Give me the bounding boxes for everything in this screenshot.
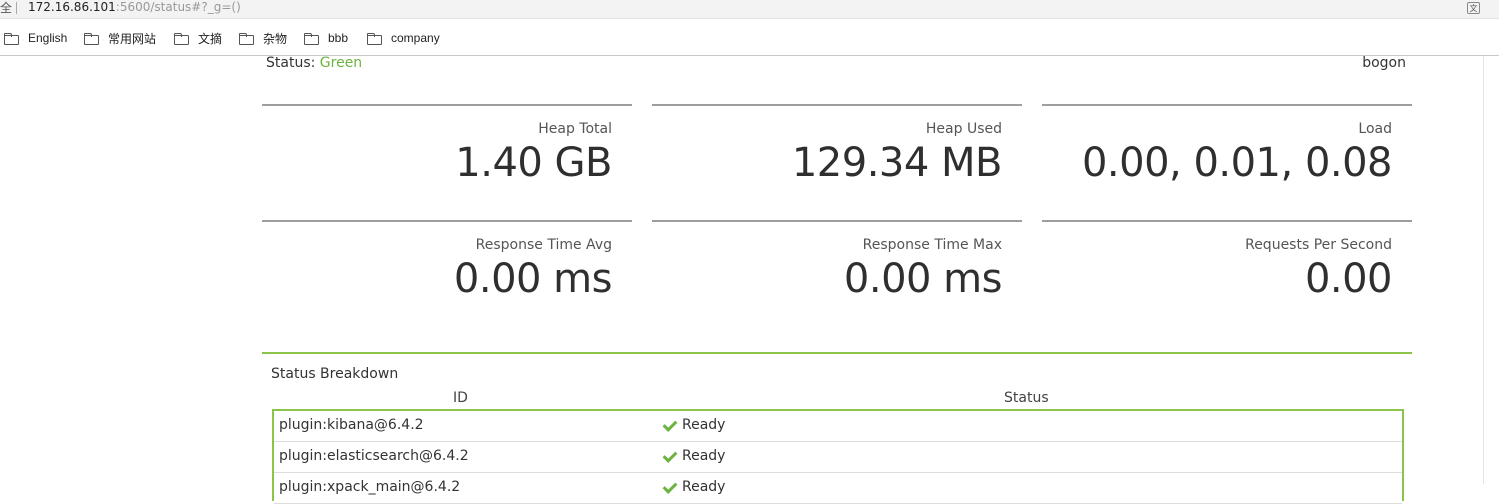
plugin-id: plugin:elasticsearch@6.4.2 [279, 448, 469, 464]
bookmark-label: English [28, 31, 68, 45]
folder-icon [84, 32, 99, 45]
table-row: plugin:elasticsearch@6.4.2 Ready [274, 442, 1402, 473]
bookmark-bbb[interactable]: bbb [304, 29, 348, 47]
address-separator [16, 2, 17, 14]
metric-label: Response Time Max [862, 237, 1002, 253]
check-icon [662, 478, 678, 494]
folder-icon [174, 32, 189, 45]
metric-heap-total: Heap Total 1.40 GB [262, 104, 632, 206]
table-row: plugin:xpack_main@6.4.2 Ready [274, 473, 1402, 504]
metric-value: 129.34 MB [791, 140, 1003, 186]
status-breakdown: Status Breakdown ID Status plugin:kibana… [262, 352, 1412, 504]
folder-icon [304, 32, 319, 45]
metric-label: Heap Total [538, 121, 612, 137]
column-header-id: ID [453, 390, 468, 406]
plugin-status-text: Ready [682, 448, 726, 464]
bookmark-misc[interactable]: 杂物 [239, 29, 287, 47]
folder-icon [239, 32, 254, 45]
check-icon [662, 416, 678, 432]
url-host: 172.16.86.101 [28, 0, 116, 14]
overall-status: Status: Green [266, 55, 362, 71]
metric-label: Response Time Avg [475, 237, 612, 253]
bookmark-label: 文摘 [198, 31, 223, 46]
bookmark-english[interactable]: English [4, 29, 67, 47]
plugin-id: plugin:kibana@6.4.2 [279, 417, 424, 433]
table-row: plugin:kibana@6.4.2 Ready [274, 411, 1402, 442]
metric-requests-per-second: Requests Per Second 0.00 [1042, 220, 1412, 322]
metric-value: 0.00 ms [843, 256, 1003, 302]
bookmark-label: 杂物 [263, 31, 288, 46]
metric-label: Heap Used [925, 121, 1002, 137]
bookmark-label: company [391, 31, 440, 45]
metric-load: Load 0.00, 0.01, 0.08 [1042, 104, 1412, 206]
plugin-status-text: Ready [682, 417, 726, 433]
address-bar[interactable]: 全 172.16.86.101:5600/status#?_g=() 文 [0, 0, 1499, 19]
bookmarks-bar: English 常用网站 文摘 杂物 bbb company [0, 19, 1499, 56]
metric-response-time-max: Response Time Max 0.00 ms [652, 220, 1022, 322]
hostname: bogon [1362, 55, 1406, 71]
folder-icon [4, 32, 19, 45]
column-header-status: Status [1004, 390, 1049, 406]
address-bar-lead: 全 [0, 1, 13, 15]
status-value: Green [319, 55, 363, 71]
plugin-status: Ready [662, 447, 726, 464]
translate-icon[interactable]: 文 [1467, 2, 1480, 14]
folder-icon [367, 32, 382, 45]
plugin-status-text: Ready [682, 479, 726, 495]
check-icon [662, 447, 678, 463]
status-label: Status: [266, 55, 316, 71]
breakdown-title: Status Breakdown [271, 366, 399, 382]
bookmark-digest[interactable]: 文摘 [174, 29, 222, 47]
bookmark-common-sites[interactable]: 常用网站 [84, 29, 156, 47]
metric-response-time-avg: Response Time Avg 0.00 ms [262, 220, 632, 322]
plugin-status: Ready [662, 478, 726, 495]
url-path: :5600/status#?_g=() [115, 0, 241, 14]
metric-value: 1.40 GB [455, 140, 612, 186]
plugin-id: plugin:xpack_main@6.4.2 [279, 479, 461, 495]
bookmark-company[interactable]: company [367, 29, 440, 47]
status-table: plugin:kibana@6.4.2 Ready plugin:elastic… [272, 409, 1404, 504]
metric-heap-used: Heap Used 129.34 MB [652, 104, 1022, 206]
metric-value: 0.00, 0.01, 0.08 [1081, 140, 1393, 186]
metric-value: 0.00 [1304, 256, 1393, 302]
metric-label: Load [1358, 121, 1392, 137]
metric-value: 0.00 ms [453, 256, 613, 302]
bookmark-label: 常用网站 [108, 31, 157, 46]
url-field[interactable]: 172.16.86.101:5600/status#?_g=() [28, 0, 241, 15]
scrollbar[interactable] [1483, 56, 1484, 484]
metric-label: Requests Per Second [1245, 237, 1392, 253]
plugin-status: Ready [662, 416, 726, 433]
bookmark-label: bbb [328, 31, 349, 45]
